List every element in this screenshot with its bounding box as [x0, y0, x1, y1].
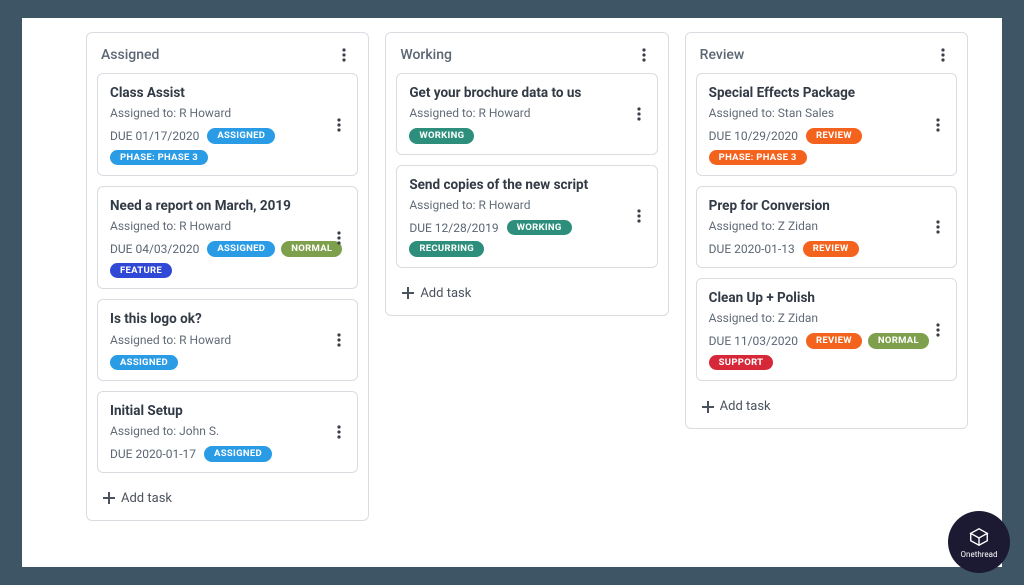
column: Assigned Class Assist Assigned to: R Howar…: [86, 32, 369, 521]
task-meta: DUE 10/29/2020 REVIEW PHASE: PHASE 3: [709, 128, 946, 165]
task-title: Special Effects Package: [709, 84, 911, 102]
status-pill: ASSIGNED: [110, 355, 178, 371]
add-task-button[interactable]: Add task: [696, 391, 957, 418]
task-due: DUE 12/28/2019: [409, 221, 498, 235]
brand-label: Onethread: [961, 550, 998, 559]
column-title: Working: [400, 47, 452, 63]
task-due: DUE 10/29/2020: [709, 129, 798, 143]
task-assigned: Assigned to: R Howard: [110, 106, 347, 120]
card-more-icon[interactable]: [928, 320, 948, 340]
task-meta: DUE 2020-01-17 ASSIGNED: [110, 446, 347, 462]
column-more-icon[interactable]: [634, 45, 654, 65]
task-meta: WORKING: [409, 128, 646, 144]
task-card[interactable]: Prep for Conversion Assigned to: Z Zidan D…: [696, 186, 957, 268]
card-more-icon[interactable]: [329, 330, 349, 350]
column-more-icon[interactable]: [334, 45, 354, 65]
add-task-button[interactable]: Add task: [396, 278, 657, 305]
task-due: DUE 2020-01-17: [110, 447, 196, 461]
add-task-label: Add task: [720, 399, 771, 414]
task-assigned: Assigned to: Z Zidan: [709, 311, 946, 325]
plus-icon: [702, 401, 714, 413]
status-pill: REVIEW: [806, 333, 862, 349]
column-title: Review: [700, 47, 745, 63]
status-pill: ASSIGNED: [207, 128, 275, 144]
task-card[interactable]: Clean Up + Polish Assigned to: Z Zidan DUE…: [696, 278, 957, 381]
status-pill: RECURRING: [409, 241, 484, 257]
column-title: Assigned: [101, 47, 159, 63]
card-more-icon[interactable]: [928, 115, 948, 135]
column: Working Get your brochure data to us Assig…: [385, 32, 668, 316]
task-title: Clean Up + Polish: [709, 289, 911, 307]
task-title: Class Assist: [110, 84, 312, 102]
card-more-icon[interactable]: [329, 115, 349, 135]
task-meta: DUE 11/03/2020 REVIEW NORMAL SUPPORT: [709, 333, 946, 370]
card-more-icon[interactable]: [329, 422, 349, 442]
task-due: DUE 01/17/2020: [110, 129, 199, 143]
task-assigned: Assigned to: R Howard: [110, 333, 347, 347]
task-assigned: Assigned to: R Howard: [409, 106, 646, 120]
card-more-icon[interactable]: [629, 206, 649, 226]
task-card[interactable]: Need a report on March, 2019 Assigned to:…: [97, 186, 358, 289]
card-more-icon[interactable]: [928, 217, 948, 237]
column-header: Assigned: [97, 43, 358, 73]
card-more-icon[interactable]: [629, 104, 649, 124]
column: Review Special Effects Package Assigned to…: [685, 32, 968, 429]
add-task-button[interactable]: Add task: [97, 483, 358, 510]
board: Assigned Class Assist Assigned to: R Howar…: [22, 18, 1002, 567]
card-more-icon[interactable]: [329, 228, 349, 248]
task-assigned: Assigned to: Stan Sales: [709, 106, 946, 120]
status-pill: ASSIGNED: [204, 446, 272, 462]
column-more-icon[interactable]: [933, 45, 953, 65]
task-due: DUE 11/03/2020: [709, 334, 798, 348]
add-task-label: Add task: [420, 286, 471, 301]
task-card[interactable]: Special Effects Package Assigned to: Stan…: [696, 73, 957, 176]
brand-icon: [968, 526, 990, 548]
task-title: Initial Setup: [110, 402, 312, 420]
status-pill: REVIEW: [803, 241, 859, 257]
add-task-label: Add task: [121, 491, 172, 506]
status-pill: ASSIGNED: [207, 241, 275, 257]
task-card[interactable]: Class Assist Assigned to: R Howard DUE 01/…: [97, 73, 358, 176]
task-meta: DUE 01/17/2020 ASSIGNED PHASE: PHASE 3: [110, 128, 347, 165]
task-assigned: Assigned to: R Howard: [409, 198, 646, 212]
plus-icon: [402, 287, 414, 299]
task-title: Get your brochure data to us: [409, 84, 611, 102]
task-meta: ASSIGNED: [110, 355, 347, 371]
task-meta: DUE 2020-01-13 REVIEW: [709, 241, 946, 257]
status-pill: WORKING: [507, 220, 572, 236]
column-header: Working: [396, 43, 657, 73]
status-pill: WORKING: [409, 128, 474, 144]
status-pill: SUPPORT: [709, 355, 774, 371]
task-due: DUE 04/03/2020: [110, 242, 199, 256]
task-card[interactable]: Send copies of the new script Assigned to…: [396, 165, 657, 268]
column-header: Review: [696, 43, 957, 73]
task-title: Send copies of the new script: [409, 176, 611, 194]
plus-icon: [103, 492, 115, 504]
status-pill: NORMAL: [868, 333, 929, 349]
task-meta: DUE 04/03/2020ASSIGNEDNORMALFEATURE: [110, 241, 347, 278]
task-card[interactable]: Get your brochure data to us Assigned to:…: [396, 73, 657, 155]
status-pill: REVIEW: [806, 128, 862, 144]
task-title: Prep for Conversion: [709, 197, 911, 215]
task-title: Is this logo ok?: [110, 310, 312, 328]
task-assigned: Assigned to: Z Zidan: [709, 219, 946, 233]
status-pill: PHASE: PHASE 3: [110, 150, 208, 166]
task-meta: DUE 12/28/2019 WORKING RECURRING: [409, 220, 646, 257]
task-card[interactable]: Is this logo ok? Assigned to: R Howard ASS…: [97, 299, 358, 381]
status-pill: PHASE: PHASE 3: [709, 150, 807, 166]
task-due: DUE 2020-01-13: [709, 242, 795, 256]
brand-badge: Onethread: [948, 511, 1010, 573]
status-pill: FEATURE: [110, 263, 172, 279]
task-assigned: Assigned to: R Howard: [110, 219, 347, 233]
task-card[interactable]: Initial Setup Assigned to: John S. DUE 202…: [97, 391, 358, 473]
task-assigned: Assigned to: John S.: [110, 424, 347, 438]
task-title: Need a report on March, 2019: [110, 197, 312, 215]
